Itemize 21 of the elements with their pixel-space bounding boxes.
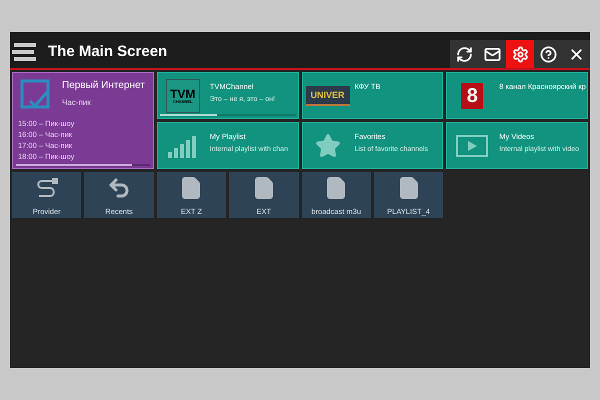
settings-button[interactable] xyxy=(506,40,534,68)
refresh-icon xyxy=(456,46,472,62)
close-button[interactable] xyxy=(562,40,590,68)
help-icon xyxy=(540,46,556,62)
help-button[interactable] xyxy=(534,40,562,68)
logo-text: UNIVER xyxy=(310,90,344,100)
logo-text: TVM xyxy=(170,88,196,100)
bar-chart-icon xyxy=(168,134,198,158)
window-title: The Main Screen xyxy=(48,42,168,62)
undo-arrow-icon xyxy=(107,176,132,200)
refresh-button[interactable] xyxy=(450,40,478,68)
video-frame-icon xyxy=(456,135,488,157)
channel-program: Час-пик xyxy=(62,99,92,107)
settings-icon xyxy=(512,46,528,62)
mail-button[interactable] xyxy=(478,40,506,68)
star-icon xyxy=(314,133,340,159)
logo-text: 8 xyxy=(466,86,478,106)
mail-icon xyxy=(484,46,500,62)
menu-icon[interactable] xyxy=(12,42,36,61)
channel-title: Первый Интернет xyxy=(62,81,145,91)
checked-box-icon xyxy=(20,79,50,109)
